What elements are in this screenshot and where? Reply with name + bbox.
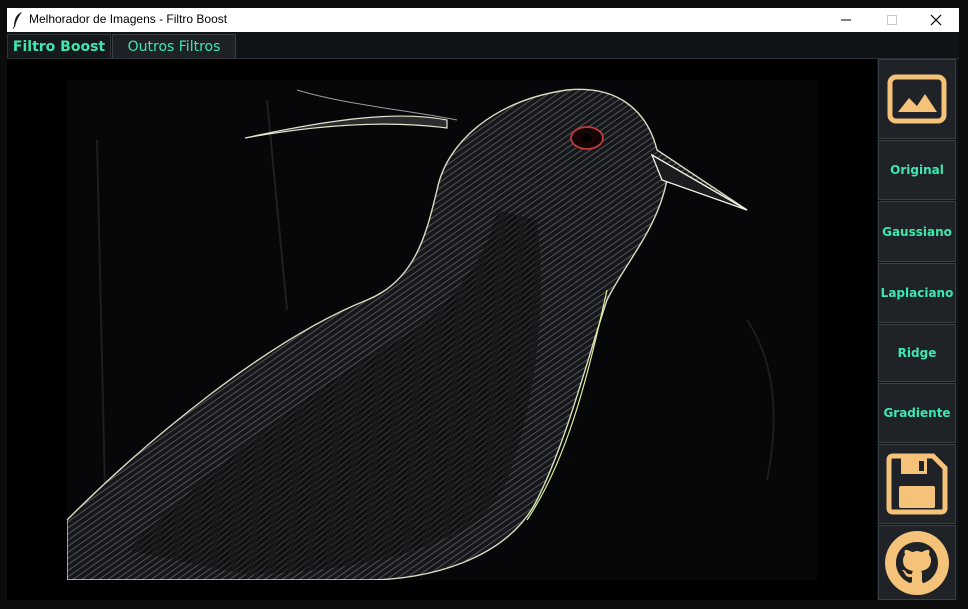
close-button[interactable] xyxy=(913,8,959,32)
ridge-button[interactable]: Ridge xyxy=(878,324,956,382)
minimize-icon xyxy=(841,19,851,21)
maximize-button[interactable] xyxy=(869,8,915,32)
save-button[interactable] xyxy=(878,444,956,524)
image-canvas xyxy=(7,59,877,600)
window-frame-top xyxy=(0,0,968,8)
window-frame-right xyxy=(959,0,968,609)
github-button[interactable] xyxy=(878,525,956,600)
bird-edge-image xyxy=(67,80,817,580)
image-icon xyxy=(887,74,947,124)
floppy-disk-icon xyxy=(886,453,948,515)
original-button[interactable]: Original xyxy=(878,140,956,200)
tab-filtro-boost[interactable]: Filtro Boost xyxy=(7,34,111,58)
gradiente-button[interactable]: Gradiente xyxy=(878,383,956,443)
window-title: Melhorador de Imagens - Filtro Boost xyxy=(29,12,228,26)
feather-icon xyxy=(12,12,22,29)
laplaciano-button[interactable]: Laplaciano xyxy=(878,263,956,323)
sidebar: Original Gaussiano Laplaciano Ridge Grad… xyxy=(877,59,959,600)
tab-outros-filtros[interactable]: Outros Filtros xyxy=(112,34,236,58)
open-image-button[interactable] xyxy=(878,59,956,139)
window-frame-bottom xyxy=(0,600,968,609)
tab-bar: Filtro Boost Outros Filtros xyxy=(7,32,959,59)
title-bar[interactable]: Melhorador de Imagens - Filtro Boost xyxy=(7,8,959,32)
window-frame-left xyxy=(0,0,7,609)
close-icon xyxy=(930,14,942,26)
gaussiano-button[interactable]: Gaussiano xyxy=(878,201,956,262)
github-icon xyxy=(885,530,949,595)
minimize-button[interactable] xyxy=(823,8,869,32)
app-window: Melhorador de Imagens - Filtro Boost Fil… xyxy=(0,0,968,609)
processed-image xyxy=(67,80,817,580)
maximize-icon xyxy=(887,15,897,25)
